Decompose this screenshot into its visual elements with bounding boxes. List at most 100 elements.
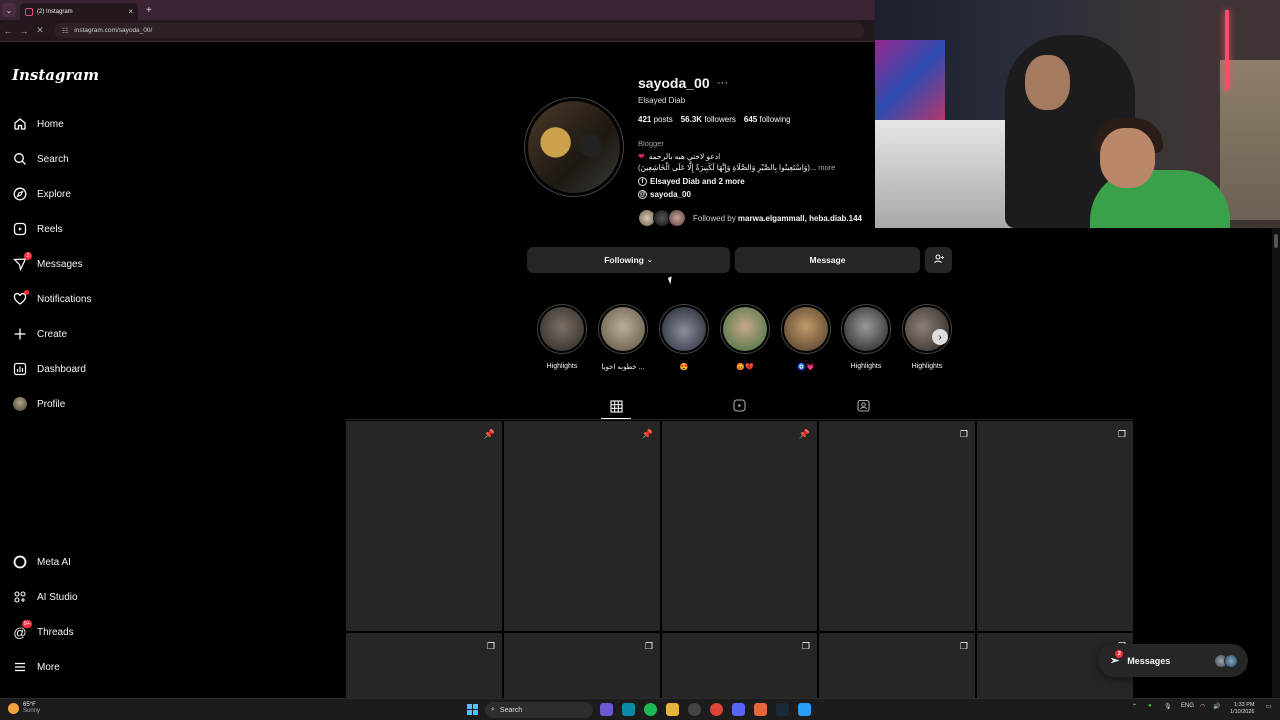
followers-stat[interactable]: 56.3K followers	[681, 115, 736, 124]
follower-avatar	[668, 209, 686, 227]
posts-stat: 421 posts	[638, 115, 673, 124]
highlight-item[interactable]: خطوبه اخويا ...	[598, 304, 648, 371]
following-stat[interactable]: 645 following	[744, 115, 791, 124]
sidebar-item-dashboard[interactable]: Dashboard	[0, 352, 200, 386]
browser-tab[interactable]: (2) Instagram ×	[20, 3, 138, 20]
profile-username: sayoda_00	[638, 75, 710, 91]
microphone-icon[interactable]: 🎙	[1164, 703, 1172, 710]
webcam-monitor	[875, 40, 945, 120]
options-icon[interactable]: ···	[717, 77, 728, 89]
messenger-icon: 2	[12, 252, 32, 272]
highlight-item[interactable]: 😡💔	[720, 304, 770, 371]
windows-start-icon[interactable]	[467, 704, 478, 715]
chrome-icon[interactable]	[710, 703, 723, 716]
suggested-users-button[interactable]	[925, 247, 952, 273]
sidebar-item-label: Explore	[37, 188, 71, 200]
steam-icon[interactable]	[776, 703, 789, 716]
wifi-icon[interactable]: ◠	[1200, 703, 1205, 710]
sidebar-item-reels[interactable]: Reels	[0, 212, 200, 246]
sidebar-item-threads[interactable]: @9+ Threads	[0, 615, 200, 649]
site-info-icon[interactable]: ☷	[62, 27, 68, 35]
tray-chevron-icon[interactable]: ⌃	[1132, 703, 1137, 710]
spotify-icon[interactable]	[644, 703, 657, 716]
sidebar-item-messages[interactable]: 2 Messages	[0, 247, 200, 281]
following-button[interactable]: Following ⌄	[527, 247, 730, 273]
search-icon: ⌕	[491, 706, 495, 713]
tab-list-icon[interactable]: ⌄	[2, 3, 16, 17]
file-explorer-icon[interactable]	[666, 703, 679, 716]
tab-reels[interactable]	[724, 397, 754, 417]
bio-more-link[interactable]: more	[818, 163, 835, 172]
profile-avatar-icon	[12, 396, 28, 412]
new-tab-icon[interactable]: +	[146, 5, 152, 16]
sidebar-item-label: Messages	[37, 258, 83, 270]
highlight-item[interactable]: Highlights	[841, 304, 891, 370]
sidebar-item-label: Reels	[37, 223, 63, 235]
highlight-item[interactable]: Highlights	[537, 304, 587, 370]
pin-icon: 📌	[798, 429, 810, 439]
post-tile[interactable]: ❐	[504, 633, 660, 698]
profile-links[interactable]: f Elsayed Diab and 2 more	[638, 177, 745, 186]
close-tab-icon[interactable]: ×	[128, 7, 133, 16]
message-button[interactable]: Message	[735, 247, 920, 273]
instagram-favicon-icon	[25, 7, 33, 16]
sidebar-item-ai-studio[interactable]: AI Studio	[0, 580, 200, 614]
sidebar-item-more[interactable]: More	[0, 650, 200, 684]
post-tile[interactable]: ❐	[819, 633, 975, 698]
sidebar-item-label: Home	[37, 118, 64, 130]
post-tile[interactable]: 📌	[504, 421, 660, 631]
sidebar-item-label: Profile	[37, 398, 66, 410]
url-field[interactable]: ☷ instagram.com/sayoda_00/	[54, 23, 864, 38]
post-tile[interactable]: ❐	[977, 421, 1133, 631]
highlight-item[interactable]: 🧿💗	[781, 304, 831, 371]
sidebar-item-meta-ai[interactable]: Meta AI	[0, 545, 200, 579]
edge-icon[interactable]	[622, 703, 635, 716]
page-scrollbar[interactable]	[1272, 228, 1280, 698]
volume-icon[interactable]: 🔊	[1213, 703, 1220, 710]
discord-icon[interactable]	[732, 703, 745, 716]
back-icon[interactable]: ←	[0, 26, 16, 36]
app-icon[interactable]	[754, 703, 767, 716]
sidebar-item-profile[interactable]: Profile	[0, 387, 200, 421]
sidebar-item-explore[interactable]: Explore	[0, 177, 200, 211]
highlight-item[interactable]: 😍	[659, 304, 709, 371]
sidebar-item-search[interactable]: Search	[0, 142, 200, 176]
plus-icon	[12, 326, 28, 342]
carousel-icon: ❐	[644, 641, 653, 651]
followed-by[interactable]: Followed by marwa.elgammall, heba.diab.1…	[638, 209, 862, 227]
tab-divider	[346, 419, 1133, 420]
post-tile[interactable]: ❐	[662, 633, 817, 698]
profile-picture[interactable]	[524, 97, 624, 197]
weather-widget[interactable]: 65°F Sunny	[8, 702, 40, 714]
threads-handle-link[interactable]: @ sayoda_00	[638, 190, 691, 199]
compass-icon	[12, 186, 28, 202]
app-icon[interactable]	[798, 703, 811, 716]
floating-messages-button[interactable]: ➢ 2 Messages	[1098, 644, 1248, 677]
post-tile[interactable]: 📌	[346, 421, 502, 631]
instagram-logo[interactable]: Instagram	[12, 66, 99, 84]
tab-tagged[interactable]	[848, 397, 878, 417]
language-indicator[interactable]: ENG	[1181, 703, 1194, 709]
sidebar-item-label: Create	[37, 328, 68, 340]
url-text: instagram.com/sayoda_00/	[74, 27, 153, 34]
post-tile[interactable]: ❐	[346, 633, 502, 698]
sidebar-item-create[interactable]: Create	[0, 317, 200, 351]
notification-dot	[24, 290, 29, 295]
notifications-icon[interactable]: ▭	[1266, 703, 1272, 710]
bio-line-1: ❤ ادعو لاختي هبه بالرحمه	[638, 152, 721, 161]
taskbar-clock[interactable]: 1:33 PM 1/10/2026	[1230, 702, 1254, 716]
sidebar-item-notifications[interactable]: Notifications	[0, 282, 200, 316]
tray-app-icon[interactable]: ●	[1148, 703, 1152, 709]
stop-loading-icon[interactable]: ✕	[32, 25, 48, 36]
address-bar-row: ← → ✕ ☷ instagram.com/sayoda_00/	[0, 20, 875, 42]
post-tile[interactable]: 📌	[662, 421, 817, 631]
sidebar-item-home[interactable]: Home	[0, 107, 200, 141]
copilot-icon[interactable]	[600, 703, 613, 716]
highlights-next-icon[interactable]: ›	[932, 329, 948, 345]
obs-icon[interactable]	[688, 703, 701, 716]
tab-posts[interactable]	[601, 397, 631, 419]
post-tile[interactable]: ❐	[819, 421, 975, 631]
taskbar-search[interactable]: ⌕ Search	[485, 702, 593, 718]
forward-icon[interactable]: →	[16, 26, 32, 36]
webcam-chair	[1220, 60, 1280, 220]
